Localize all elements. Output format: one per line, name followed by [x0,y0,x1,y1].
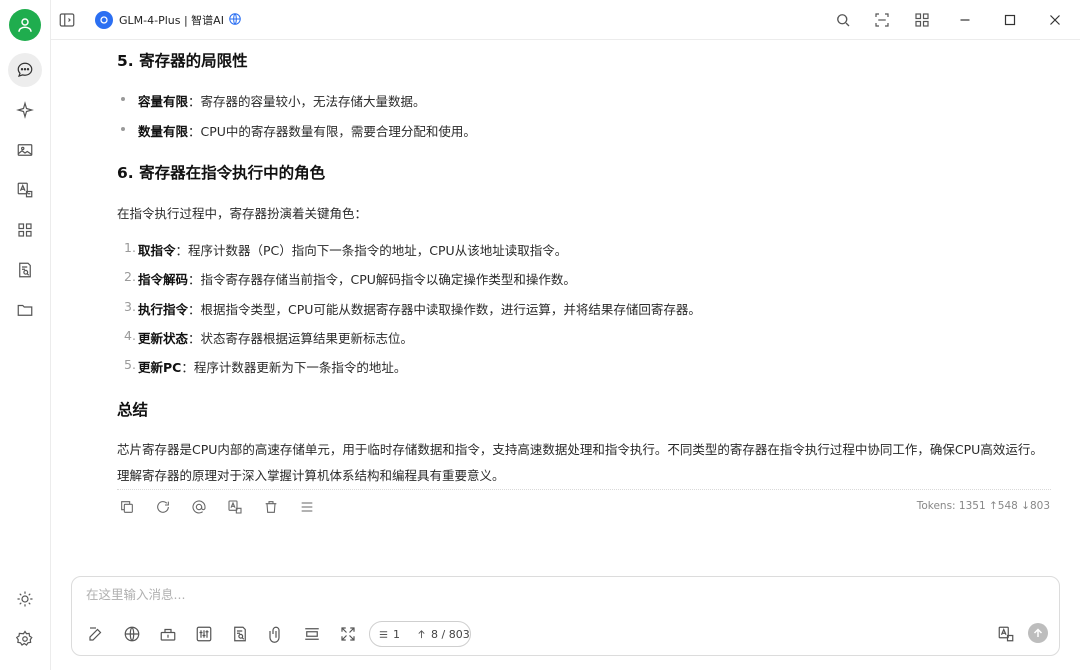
list-item: 更新PC：程序计数器更新为下一条指令的地址。 [138,360,407,375]
context-count: 1 [370,628,408,641]
close-icon[interactable] [1046,11,1064,29]
list-number: 4. [124,328,136,343]
maximize-icon[interactable] [1001,11,1019,29]
sparkle-icon [16,101,34,119]
globe-icon [124,626,140,642]
titlebar: GLM-4-Plus | 智谱AI [51,0,1080,40]
edit-icon [89,627,102,641]
paragraph: 芯片寄存器是CPU内部的高速存储单元，用于临时存储数据和指令，支持高速数据处理和… [117,442,1043,483]
chat-bubble-icon [17,62,33,77]
expand-icon [341,627,355,641]
sun-icon [17,591,33,607]
input-token-count: 8 / 803 [408,628,478,641]
list-item: 数量有限：CPU中的寄存器数量有限，需要合理分配和使用。 [138,124,476,139]
image-icon [17,144,33,156]
split-icon [305,628,319,640]
sidebar-item-assistants[interactable] [8,93,42,127]
list-item: 执行指令：根据指令类型，CPU可能从数据寄存器中读取操作数，进行运算，并将结果存… [138,302,701,317]
paperclip-icon [269,626,280,643]
expand-button[interactable] [339,625,357,643]
scan-icon[interactable] [873,11,891,29]
document-search-icon [234,626,246,642]
list-number: 5. [124,357,136,372]
minimize-icon[interactable] [956,11,974,29]
message-divider [117,489,1051,490]
token-counter[interactable]: 1 8 / 803 [369,621,471,647]
sidebar-toggle-icon[interactable] [58,11,76,29]
sidebar-item-translate[interactable] [8,173,42,207]
copy-icon[interactable] [119,499,135,515]
sliders-icon [196,626,212,642]
model-logo-icon [95,11,113,29]
message-input[interactable] [86,587,986,602]
sidebar-item-images[interactable] [8,133,42,167]
section-heading: 5. 寄存器的局限性 [117,52,248,70]
translate-icon[interactable] [227,499,243,515]
menu-icon[interactable] [299,499,315,515]
settings-button[interactable] [8,622,42,656]
document-search-icon [19,262,31,278]
composer: 1 8 / 803 [71,576,1060,656]
user-icon [18,18,32,32]
list-item: 指令解码：指令寄存器存储当前指令，CPU解码指令以确定操作类型和操作数。 [138,272,576,287]
model-title[interactable]: GLM-4-Plus | 智谱AI [119,12,224,28]
translate-icon [17,182,33,198]
knowledge-base-button[interactable] [231,625,249,643]
sidebar-item-chat[interactable] [8,53,42,87]
list-item: 更新状态：状态寄存器根据运算结果更新标志位。 [138,331,414,346]
gear-icon [16,630,33,646]
translate-icon [998,626,1014,642]
bullet-dot [121,127,125,131]
list-item: 容量有限：寄存器的容量较小，无法存储大量数据。 [138,94,426,109]
section-heading: 总结 [117,401,149,419]
sidebar-item-apps[interactable] [8,213,42,247]
model-settings-button[interactable] [195,625,213,643]
web-search-button[interactable] [123,625,141,643]
arrow-up-icon [1033,628,1043,637]
token-usage: Tokens: 1351 ↑548 ↓803 [916,500,1050,512]
sidebar-item-knowledge[interactable] [8,253,42,287]
new-topic-button[interactable] [87,625,105,643]
toolbox-icon [160,628,176,641]
search-icon[interactable] [834,11,852,29]
section-heading: 6. 寄存器在指令执行中的角色 [117,164,326,182]
list-number: 3. [124,299,136,314]
sidebar-item-files[interactable] [8,293,42,327]
send-button[interactable] [1028,623,1048,643]
bullet-dot [121,97,125,101]
translate-input-button[interactable] [997,625,1015,643]
grid-icon [18,223,32,237]
theme-toggle-button[interactable] [8,582,42,616]
user-avatar[interactable] [9,9,41,41]
mention-icon[interactable] [191,499,207,515]
trash-icon[interactable] [263,499,279,515]
attachment-button[interactable] [267,625,285,643]
list-number: 2. [124,269,136,284]
regenerate-icon[interactable] [155,499,171,515]
sidebar [0,0,51,670]
clear-context-button[interactable] [303,625,321,643]
globe-icon[interactable] [228,12,242,26]
list-number: 1. [124,240,136,255]
list-item: 取指令：程序计数器（PC）指向下一条指令的地址，CPU从该地址读取指令。 [138,243,568,258]
list-icon [379,630,388,638]
paragraph: 在指令执行过程中，寄存器扮演着关键角色： [117,206,368,221]
arrow-up-icon [418,629,425,638]
tools-button[interactable] [159,625,177,643]
layout-grid-icon[interactable] [913,11,931,29]
folder-icon [17,304,33,316]
